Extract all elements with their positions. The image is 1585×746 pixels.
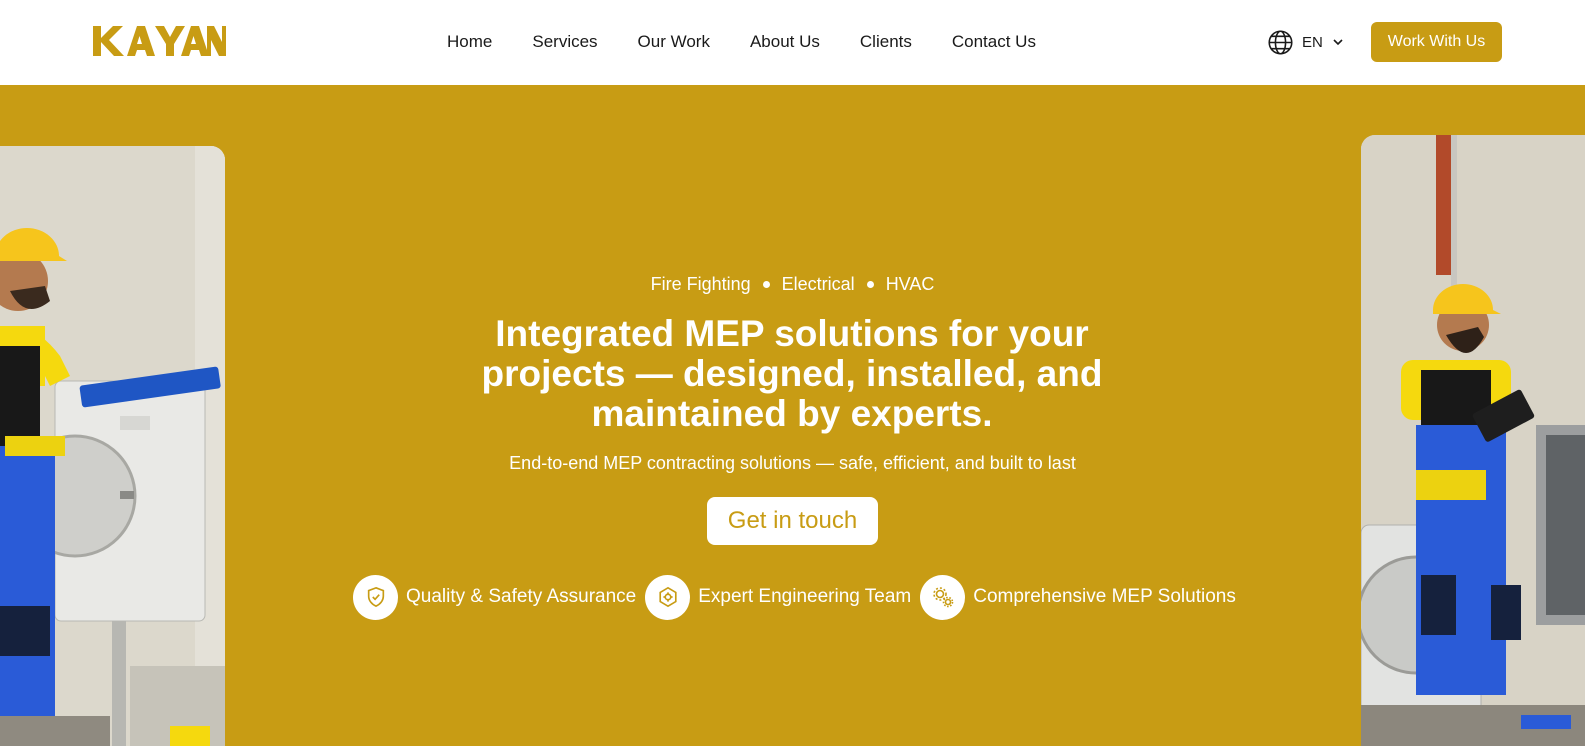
chevron-down-icon — [1333, 39, 1343, 46]
site-header: Home Services Our Work About Us Clients … — [0, 0, 1585, 85]
globe-icon — [1268, 29, 1293, 55]
technician-photo-left — [0, 146, 225, 746]
shield-check-icon — [353, 574, 398, 620]
feature-list: Quality & Safety Assurance Expert Engine… — [353, 574, 1245, 620]
language-selector[interactable]: EN — [1267, 28, 1345, 56]
work-with-us-button[interactable]: Work With Us — [1371, 22, 1502, 62]
nav-home[interactable]: Home — [447, 30, 492, 54]
main-nav: Home Services Our Work About Us Clients … — [447, 30, 1036, 54]
tag-separator — [866, 280, 874, 288]
feature-item: Quality & Safety Assurance — [353, 574, 637, 620]
gears-icon — [920, 574, 966, 620]
service-tags: Fire Fighting Electrical HVAC — [0, 272, 1585, 296]
hero-section: Fire Fighting Electrical HVAC Integrated M… — [0, 85, 1585, 746]
nav-about-us[interactable]: About Us — [750, 30, 820, 54]
get-in-touch-button[interactable]: Get in touch — [707, 497, 878, 545]
tag-separator — [762, 280, 770, 288]
nav-our-work[interactable]: Our Work — [638, 30, 710, 54]
feature-label: Comprehensive MEP Solutions — [973, 586, 1236, 607]
feature-item: Comprehensive MEP Solutions — [920, 574, 1236, 620]
feature-label: Expert Engineering Team — [698, 586, 912, 607]
engineering-icon — [645, 574, 691, 620]
feature-item: Expert Engineering Team — [645, 574, 912, 620]
tag-fire-fighting: Fire Fighting — [650, 274, 751, 294]
feature-label: Quality & Safety Assurance — [406, 586, 637, 607]
language-code: EN — [1302, 33, 1323, 51]
nav-contact-us[interactable]: Contact Us — [952, 30, 1036, 54]
tag-hvac: HVAC — [885, 274, 935, 294]
nav-services[interactable]: Services — [532, 30, 597, 54]
hero-headline: Integrated MEP solutions for your projec… — [481, 313, 1103, 434]
nav-clients[interactable]: Clients — [860, 30, 912, 54]
kayan-logo[interactable] — [91, 22, 226, 60]
tag-electrical: Electrical — [781, 274, 855, 294]
technician-photo-right — [1361, 135, 1585, 746]
hero-subline: End-to-end MEP contracting solutions — s… — [509, 453, 1076, 473]
